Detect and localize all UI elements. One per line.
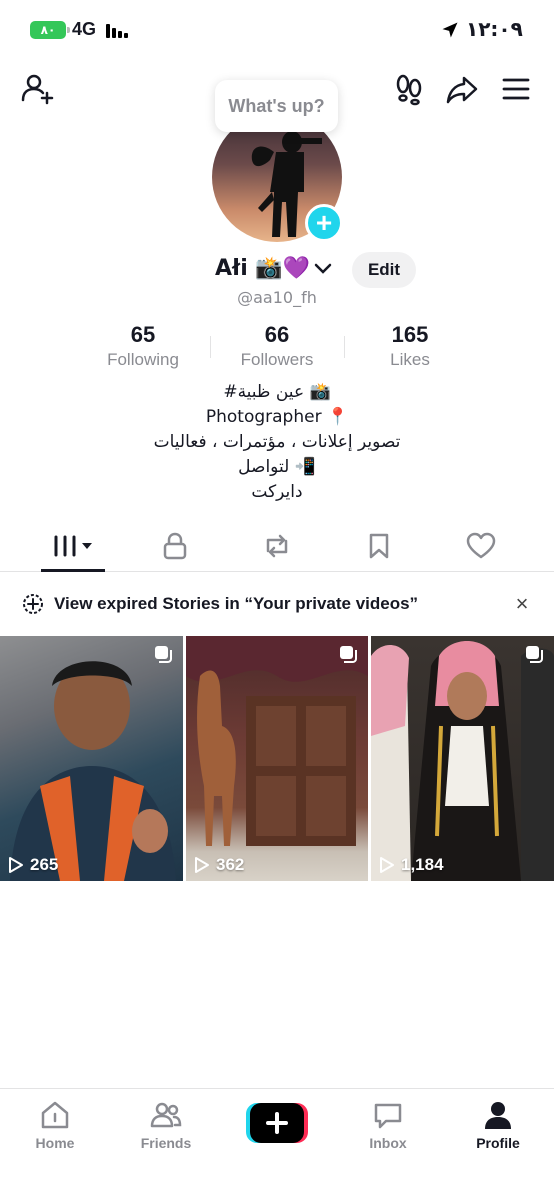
grid-icon xyxy=(54,535,92,557)
tab-private[interactable] xyxy=(155,520,195,572)
nav-label: Home xyxy=(35,1135,75,1151)
person-thumbnail-art xyxy=(10,661,176,881)
stat-value: 66 xyxy=(264,322,290,347)
status-time: ١٢:٠٩ xyxy=(466,17,523,41)
signal-icon xyxy=(106,22,128,38)
add-story-icon xyxy=(23,594,43,614)
nav-home[interactable]: Home xyxy=(15,1099,95,1151)
play-icon xyxy=(9,857,23,873)
view-count: 362 xyxy=(194,855,244,875)
banner-text: View expired Stories in “Your private vi… xyxy=(54,594,419,613)
stat-label: Likes xyxy=(390,350,430,369)
video-thumbnail[interactable]: 265 xyxy=(0,636,183,881)
username: @aa10_fh xyxy=(237,288,317,307)
stat-followers[interactable]: 66 Followers xyxy=(207,322,347,370)
view-count-value: 1,184 xyxy=(401,855,444,874)
friends-icon xyxy=(150,1102,182,1128)
battery-indicator: ٨٠ xyxy=(30,21,70,39)
add-story-button[interactable]: + xyxy=(305,204,343,242)
bio-line: تصوير إعلانات ، مؤتمرات ، فعاليات xyxy=(153,432,401,452)
bio-line: Photographer 📍 xyxy=(205,407,349,427)
profile-bio: #عين ظبية 📸 Photographer 📍 تصوير إعلانات… xyxy=(0,380,554,505)
chevron-down-icon[interactable] xyxy=(314,262,332,276)
bio-line: #عين ظبية 📸 xyxy=(223,382,331,402)
expired-stories-banner[interactable]: View expired Stories in “Your private vi… xyxy=(0,584,554,624)
men-thumbnail-art xyxy=(371,641,554,881)
footprint-icon[interactable] xyxy=(392,72,426,106)
nav-label: Profile xyxy=(476,1135,520,1151)
horse-thumbnail-art xyxy=(186,636,368,846)
nav-label: Inbox xyxy=(369,1135,407,1151)
view-count: 265 xyxy=(8,855,58,875)
video-thumbnail[interactable]: 362 xyxy=(186,636,368,881)
video-grid: 265 362 1,184 xyxy=(0,636,554,881)
home-icon xyxy=(41,1101,69,1129)
create-plus-button[interactable] xyxy=(246,1103,308,1143)
edit-profile-button[interactable]: Edit xyxy=(352,252,416,288)
play-icon xyxy=(195,857,209,873)
view-count-value: 362 xyxy=(216,855,245,874)
tab-saved[interactable] xyxy=(359,520,399,572)
multi-photo-icon xyxy=(526,646,543,663)
repost-icon xyxy=(266,534,288,558)
tab-videos[interactable] xyxy=(41,520,105,572)
tab-liked[interactable] xyxy=(461,520,501,572)
network-type: 4G xyxy=(72,19,97,39)
bottom-nav: Home Friends Inbox Profile xyxy=(0,1088,554,1200)
nav-label: Friends xyxy=(140,1135,192,1151)
bio-line: دايركت xyxy=(251,482,303,502)
stat-label: Followers xyxy=(240,350,314,369)
bio-line: لتواصل 📲 xyxy=(238,457,316,477)
stat-following[interactable]: 65 Following xyxy=(73,322,213,370)
view-count: 1,184 xyxy=(379,855,444,875)
display-name: Ałi 📸💜 xyxy=(215,256,311,281)
multi-photo-icon xyxy=(155,646,172,663)
profile-icon xyxy=(485,1102,511,1129)
lock-icon xyxy=(163,532,187,560)
nav-inbox[interactable]: Inbox xyxy=(348,1099,428,1151)
play-icon xyxy=(380,857,394,873)
tab-reposts[interactable] xyxy=(257,520,297,572)
content-tabs xyxy=(0,520,554,572)
video-thumbnail[interactable]: 1,184 xyxy=(371,636,554,881)
heart-icon xyxy=(466,532,496,559)
stat-label: Following xyxy=(107,350,179,369)
location-icon xyxy=(442,22,458,38)
profile-stats: 65 Following 66 Followers 165 Likes xyxy=(0,322,554,378)
add-friend-icon[interactable] xyxy=(20,72,54,106)
stat-likes[interactable]: 165 Likes xyxy=(340,322,480,370)
stat-value: 65 xyxy=(130,322,156,347)
stat-value: 165 xyxy=(391,322,429,347)
bookmark-icon xyxy=(369,533,389,559)
inbox-icon xyxy=(374,1103,402,1129)
view-count-value: 265 xyxy=(30,855,59,874)
nav-profile[interactable]: Profile xyxy=(458,1099,538,1151)
nav-friends[interactable]: Friends xyxy=(126,1099,206,1151)
close-icon[interactable]: × xyxy=(510,592,534,616)
active-tab-indicator xyxy=(41,569,105,572)
status-bar: ٨٠ 4G ١٢:٠٩ xyxy=(0,0,554,60)
menu-icon[interactable] xyxy=(499,72,533,106)
share-icon[interactable] xyxy=(445,72,479,106)
whats-up-bubble[interactable]: What's up? xyxy=(215,80,338,132)
multi-photo-icon xyxy=(340,646,357,663)
